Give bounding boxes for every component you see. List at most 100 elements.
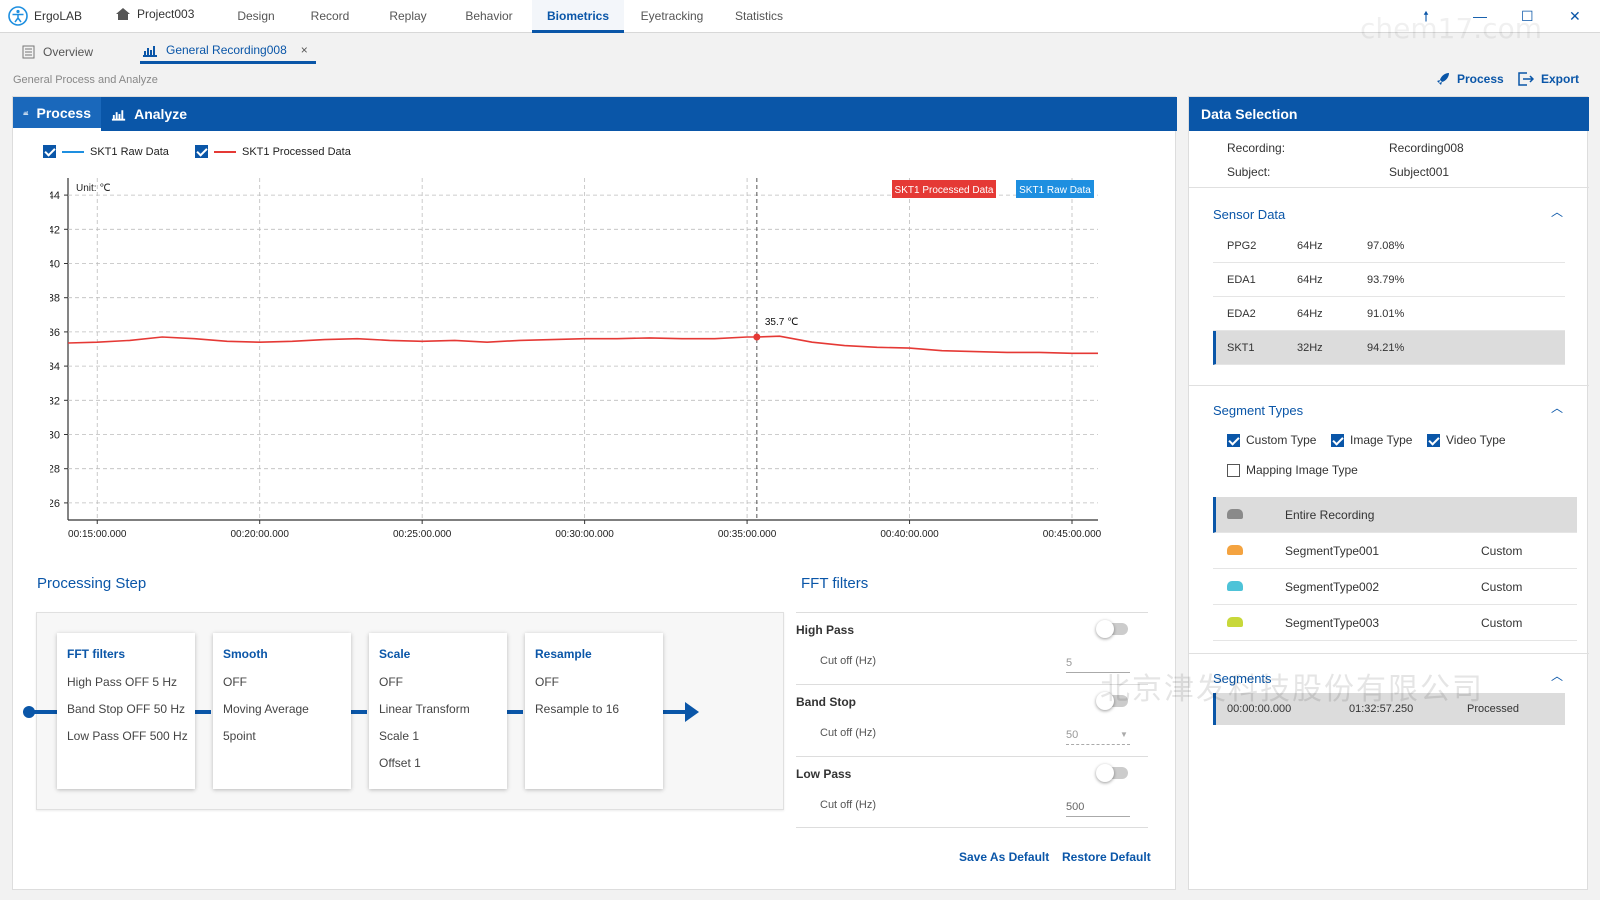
y-tick-label: 26 bbox=[50, 498, 60, 510]
segment-type-003[interactable]: SegmentType003 Custom bbox=[1213, 605, 1577, 641]
y-tick-label: 36 bbox=[50, 327, 60, 339]
collapse-sensor-data-icon[interactable]: ︿ bbox=[1551, 203, 1563, 220]
image-type-checkbox[interactable]: Image Type bbox=[1331, 433, 1412, 447]
collapse-segments-icon[interactable]: ︿ bbox=[1551, 667, 1563, 684]
sensor-pct: 97.08% bbox=[1367, 240, 1405, 252]
step-card-resample[interactable]: Resample OFF Resample to 16 bbox=[525, 633, 663, 789]
x-tick-label: 00:30:00.000 bbox=[555, 529, 614, 540]
segment-type-entire-recording[interactable]: Entire Recording bbox=[1213, 497, 1577, 533]
tab-analyze[interactable]: Analyze bbox=[101, 97, 197, 131]
document-icon bbox=[22, 45, 35, 58]
tab-process[interactable]: Process bbox=[13, 97, 101, 131]
segment-type-name: SegmentType003 bbox=[1285, 616, 1380, 630]
save-as-default-button[interactable]: Save As Default bbox=[959, 850, 1049, 864]
x-tick-label: 00:15:00.000 bbox=[68, 529, 127, 540]
close-tab-icon[interactable]: × bbox=[301, 43, 308, 57]
unit-label: Unit: ℃ bbox=[76, 183, 111, 194]
low-pass-cutoff-input[interactable]: 500 bbox=[1066, 797, 1130, 817]
step-line: Linear Transform bbox=[379, 702, 470, 716]
rocket-icon bbox=[1437, 73, 1449, 85]
skt1-line-chart[interactable]: Unit: ℃ 26 28 30 32 34 36 38 40 42 44 00:15:00.000 0… bbox=[50, 172, 1130, 562]
nav-replay[interactable]: Replay bbox=[378, 0, 438, 33]
subject-label: Subject: bbox=[1227, 165, 1271, 179]
breadcrumb: General Process and Analyze bbox=[13, 74, 158, 86]
sensor-rate: 64Hz bbox=[1297, 274, 1323, 286]
step-card-smooth[interactable]: Smooth OFF Moving Average 5point bbox=[213, 633, 351, 789]
watermark-company-text: 北京津发科技股份有限公司 bbox=[1100, 672, 1484, 707]
segment-type-001[interactable]: SegmentType001 Custom bbox=[1213, 533, 1577, 569]
segment-type-icon bbox=[1227, 509, 1243, 519]
step-line: OFF bbox=[535, 675, 559, 689]
process-button[interactable]: Process bbox=[1436, 72, 1504, 86]
cursor-point bbox=[753, 333, 761, 341]
sensor-rate: 64Hz bbox=[1297, 308, 1323, 320]
brand-label: ErgoLAB bbox=[34, 9, 83, 23]
nav-eyetracking[interactable]: Eyetracking bbox=[632, 0, 712, 33]
low-pass-toggle[interactable] bbox=[1096, 764, 1128, 782]
series-badge-label: SKT1 Processed Data bbox=[895, 185, 994, 196]
custom-type-checkbox[interactable]: Custom Type bbox=[1227, 433, 1316, 447]
nav-design[interactable]: Design bbox=[226, 0, 286, 33]
checkbox[interactable] bbox=[1331, 433, 1344, 447]
restore-default-button[interactable]: Restore Default bbox=[1062, 850, 1151, 864]
tab-general-recording[interactable]: General Recording008 × bbox=[140, 39, 316, 64]
legend-raw-label: SKT1 Raw Data bbox=[90, 145, 169, 158]
segment-type-002[interactable]: SegmentType002 Custom bbox=[1213, 569, 1577, 605]
step-line: 5point bbox=[223, 729, 256, 743]
tab-analyze-label: Analyze bbox=[134, 106, 187, 122]
cursor-value-label: 35.7 ℃ bbox=[765, 317, 798, 328]
collapse-segment-types-icon[interactable]: ︿ bbox=[1551, 399, 1563, 416]
checkbox-label: Video Type bbox=[1446, 433, 1506, 447]
divider bbox=[1189, 653, 1589, 654]
panel-tab-bar: Process Analyze bbox=[13, 97, 1177, 131]
pipeline-connector bbox=[351, 710, 367, 714]
checkbox[interactable] bbox=[1227, 463, 1240, 477]
close-window-icon[interactable]: ✕ bbox=[1569, 8, 1581, 24]
sensor-row-eda2[interactable]: EDA2 64Hz 91.01% bbox=[1213, 297, 1565, 331]
legend-processed-data[interactable]: SKT1 Processed Data bbox=[195, 145, 351, 158]
checkbox-label: Image Type bbox=[1350, 433, 1413, 447]
step-title: FFT filters bbox=[67, 647, 126, 661]
chevron-down-icon[interactable]: ▼ bbox=[1120, 730, 1128, 739]
divider bbox=[1189, 385, 1589, 386]
segment-type-kind: Custom bbox=[1481, 544, 1523, 558]
segment-type-kind: Custom bbox=[1481, 580, 1523, 594]
step-title: Resample bbox=[535, 647, 592, 661]
high-pass-row: High Pass Cut off (Hz) 5 bbox=[796, 612, 1148, 684]
mapping-image-type-checkbox[interactable]: Mapping Image Type bbox=[1227, 463, 1358, 477]
legend-raw-data[interactable]: SKT1 Raw Data bbox=[43, 145, 169, 158]
processing-step-title: Processing Step bbox=[37, 575, 147, 592]
high-pass-label: High Pass bbox=[796, 623, 855, 637]
step-line: Offset 1 bbox=[379, 756, 421, 770]
nav-biometrics[interactable]: Biometrics bbox=[532, 0, 624, 33]
y-tick-label: 28 bbox=[50, 464, 60, 476]
checkbox[interactable] bbox=[1227, 433, 1240, 447]
project-link[interactable]: Project003 bbox=[115, 6, 194, 22]
sensor-row-eda1[interactable]: EDA1 64Hz 93.79% bbox=[1213, 263, 1565, 297]
low-pass-cutoff-label: Cut off (Hz) bbox=[820, 799, 877, 811]
sensor-data-title: Sensor Data bbox=[1213, 207, 1286, 222]
step-card-fft-filters[interactable]: FFT filters High Pass OFF 5 Hz Band Stop… bbox=[57, 633, 195, 789]
legend-raw-checkbox[interactable] bbox=[43, 145, 56, 158]
series-line-processed bbox=[67, 335, 1098, 355]
nav-behavior[interactable]: Behavior bbox=[458, 0, 520, 33]
legend-processed-checkbox[interactable] bbox=[195, 145, 208, 158]
step-card-scale[interactable]: Scale OFF Linear Transform Scale 1 Offse… bbox=[369, 633, 507, 789]
y-tick-label: 34 bbox=[50, 361, 60, 373]
step-line: OFF bbox=[223, 675, 247, 689]
checkbox-label: Mapping Image Type bbox=[1246, 463, 1358, 477]
chart-bars-icon bbox=[23, 110, 29, 115]
checkbox[interactable] bbox=[1427, 433, 1440, 447]
home-icon bbox=[116, 8, 130, 20]
video-type-checkbox[interactable]: Video Type bbox=[1427, 433, 1506, 447]
sensor-row-ppg2[interactable]: PPG2 64Hz 97.08% bbox=[1213, 229, 1565, 263]
tab-overview[interactable]: Overview bbox=[22, 39, 132, 64]
high-pass-toggle[interactable] bbox=[1096, 620, 1128, 638]
brand[interactable]: ErgoLAB bbox=[8, 6, 82, 26]
export-button[interactable]: Export bbox=[1518, 72, 1579, 86]
segment-type-icon bbox=[1227, 545, 1243, 555]
sensor-row-skt1[interactable]: SKT1 32Hz 94.21% bbox=[1213, 331, 1565, 365]
nav-record[interactable]: Record bbox=[300, 0, 360, 33]
nav-statistics[interactable]: Statistics bbox=[726, 0, 792, 33]
low-pass-row: Low Pass Cut off (Hz) 500 bbox=[796, 756, 1148, 828]
